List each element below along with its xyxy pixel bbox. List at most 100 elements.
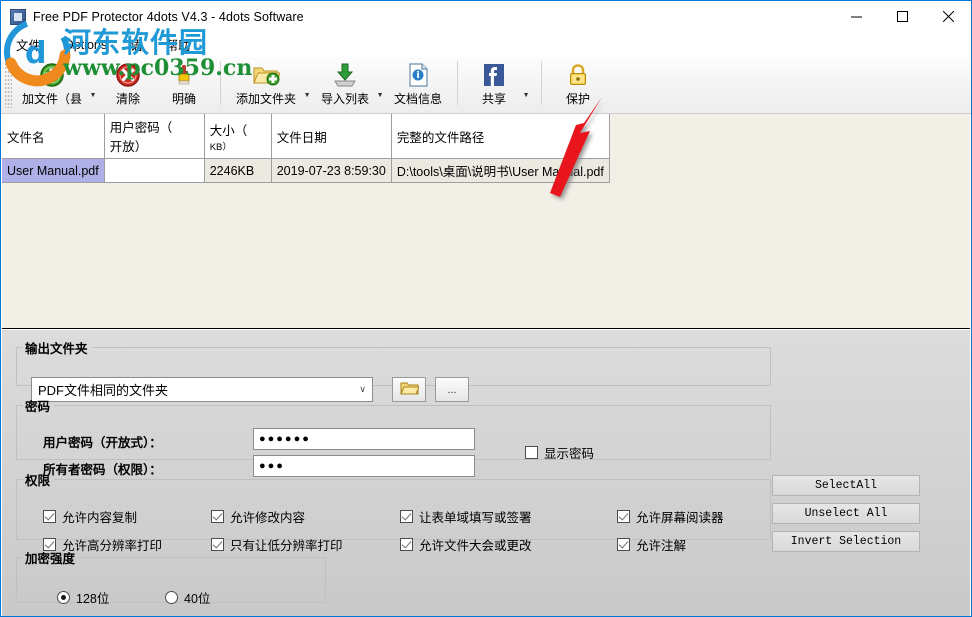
window-title: Free PDF Protector 4dots V4.3 - 4dots So… (33, 9, 304, 24)
perm-allow-copy[interactable]: 允许内容复制 (43, 507, 137, 526)
checkbox-box (525, 446, 538, 459)
perm-allow-assembly-label: 允许文件大会或更改 (419, 539, 532, 553)
radio-dot (57, 591, 70, 604)
cell-filename[interactable]: User Manual.pdf (2, 158, 105, 183)
perm-allow-annotation[interactable]: 允许注解 (617, 535, 686, 554)
app-icon (10, 8, 26, 25)
toolbar-add-folder-button[interactable]: 添加文件夹 (229, 57, 303, 111)
toolbar-add-folder-label: 添加文件夹 (236, 92, 297, 106)
menu-help[interactable]: 帮助 (163, 32, 202, 57)
radio-40bit-label: 40位 (184, 592, 211, 606)
show-password-label: 显示密码 (544, 447, 595, 461)
perm-allow-copy-label: 允许内容复制 (62, 511, 138, 525)
column-filename-label: 文件名 (7, 130, 45, 145)
add-folder-icon (251, 61, 281, 89)
cell-fullpath[interactable]: D:\tools\桌面\说明书\User Manual.pdf (391, 158, 610, 183)
import-list-icon (330, 61, 360, 89)
perm-allow-screenreader[interactable]: 允许屏幕阅读器 (617, 507, 724, 526)
menu-bar: 文件 Options 语 帮助 (1, 32, 971, 57)
menu-options[interactable]: Options (61, 35, 118, 55)
toolbar-document-info-button[interactable]: 文档信息 (387, 57, 449, 111)
column-filedate-label: 文件日期 (276, 130, 327, 145)
column-size-label2: KB） (209, 141, 232, 153)
chevron-down-icon: ∨ (359, 384, 366, 394)
column-fullpath[interactable]: 完整的文件路径 (391, 114, 610, 159)
application-window: Free PDF Protector 4dots V4.3 - 4dots So… (0, 0, 972, 617)
radio-128bit[interactable]: 128位 (57, 588, 109, 607)
toolbar: 加文件（县 ▼ 清除 明确 添加文件夹 ▼ 导入列表 ▼ 文档信息 共享 ▼ 保… (1, 57, 971, 114)
perm-allow-modify-label: 允许修改内容 (230, 511, 306, 525)
table-row[interactable]: User Manual.pdf 2246KB 2019-07-23 8:59:3… (2, 158, 610, 183)
maximize-button[interactable] (879, 1, 925, 32)
show-password-checkbox[interactable]: 显示密码 (525, 443, 594, 462)
file-list-table: 文件名 用户密码（ 开放） 大小（ KB） 文件日期 完整的文件路径 User … (2, 114, 610, 183)
output-folder-group: 输出文件夹 PDF文件相同的文件夹 ∨ ... (16, 338, 771, 402)
radio-dot (165, 591, 178, 604)
encryption-legend: 加密强度 (25, 552, 76, 566)
checkbox-box (400, 538, 413, 551)
column-userpassword-label2: 开放） (109, 140, 148, 154)
column-userpassword[interactable]: 用户密码（ 开放） (104, 114, 205, 159)
add-file-icon (37, 61, 67, 89)
checkbox-box (617, 538, 630, 551)
perm-allow-annotation-label: 允许注解 (636, 539, 687, 553)
column-size[interactable]: 大小（ KB） (204, 114, 272, 159)
lock-protect-icon (563, 61, 593, 89)
menu-file[interactable]: 文件 (13, 32, 52, 57)
toolbar-import-list-button[interactable]: 导入列表 (314, 57, 376, 111)
toolbar-import-list-label: 导入列表 (321, 92, 370, 106)
column-size-label: 大小（ (209, 123, 248, 138)
toolbar-remove-button[interactable]: 清除 (100, 57, 156, 111)
toolbar-share-button[interactable]: 共享 (466, 57, 522, 111)
perm-allow-modify[interactable]: 允许修改内容 (211, 507, 305, 526)
perm-allow-formfill[interactable]: 让表单域填写或签署 (400, 507, 532, 526)
user-password-label: 用户密码（开放式）： (43, 436, 162, 450)
facebook-share-icon (479, 61, 509, 89)
radio-40bit[interactable]: 40位 (165, 588, 210, 607)
toolbar-add-file-label: 加文件（县 (22, 92, 83, 106)
output-folder-legend: 输出文件夹 (25, 342, 88, 356)
toolbar-add-file-button[interactable]: 加文件（县 (15, 57, 89, 111)
settings-panel: 输出文件夹 PDF文件相同的文件夹 ∨ ... 密码 用户密码（开放式）： ●●… (2, 330, 970, 616)
toolbar-grip[interactable] (5, 60, 12, 108)
password-group: 密码 用户密码（开放式）： ●●●●●● 所有者密码（权限）： ●●● 显示密码 (16, 396, 771, 477)
perm-allow-assembly[interactable]: 允许文件大会或更改 (400, 535, 532, 554)
toolbar-separator-1 (220, 61, 222, 105)
checkbox-box (400, 510, 413, 523)
checkbox-box (211, 510, 224, 523)
document-info-icon (403, 61, 433, 89)
toolbar-add-folder-dropdown[interactable]: ▼ (303, 90, 314, 101)
perm-allow-screenreader-label: 允许屏幕阅读器 (636, 511, 724, 525)
toolbar-separator-2 (457, 61, 459, 105)
cell-filedate[interactable]: 2019-07-23 8:59:30 (271, 158, 392, 183)
cell-userpassword[interactable] (104, 158, 205, 183)
permissions-legend: 权限 (25, 474, 51, 488)
remove-icon (113, 61, 143, 89)
column-filename[interactable]: 文件名 (2, 114, 105, 159)
toolbar-share-dropdown[interactable]: ▼ (522, 90, 533, 101)
user-password-field[interactable]: ●●●●●● (253, 428, 475, 450)
checkbox-box (617, 510, 630, 523)
toolbar-protect-label: 保护 (566, 92, 591, 106)
toolbar-protect-button[interactable]: 保护 (550, 57, 606, 111)
toolbar-add-file-dropdown[interactable]: ▼ (89, 90, 100, 101)
column-userpassword-label: 用户密码（ (109, 121, 173, 135)
minimize-button[interactable] (833, 1, 879, 32)
unselect-all-button[interactable]: Unselect All (772, 503, 920, 524)
perm-allow-formfill-label: 让表单域填写或签署 (419, 511, 532, 525)
file-list[interactable]: 文件名 用户密码（ 开放） 大小（ KB） 文件日期 完整的文件路径 User … (2, 114, 970, 329)
toolbar-clear-button[interactable]: 明确 (156, 57, 212, 111)
toolbar-document-info-label: 文档信息 (394, 92, 443, 106)
column-filedate[interactable]: 文件日期 (271, 114, 392, 159)
cell-size[interactable]: 2246KB (204, 158, 272, 183)
encryption-strength-group: 加密强度 128位 40位 (16, 548, 326, 606)
invert-selection-button[interactable]: Invert Selection (772, 531, 920, 552)
toolbar-remove-label: 清除 (116, 92, 141, 106)
column-fullpath-label: 完整的文件路径 (396, 130, 485, 145)
menu-language[interactable]: 语 (127, 32, 154, 57)
toolbar-import-list-dropdown[interactable]: ▼ (376, 90, 387, 101)
close-button[interactable] (925, 1, 971, 32)
file-list-header-row: 文件名 用户密码（ 开放） 大小（ KB） 文件日期 完整的文件路径 (2, 114, 610, 159)
select-all-button[interactable]: SelectAll (772, 475, 920, 496)
checkbox-box (43, 510, 56, 523)
